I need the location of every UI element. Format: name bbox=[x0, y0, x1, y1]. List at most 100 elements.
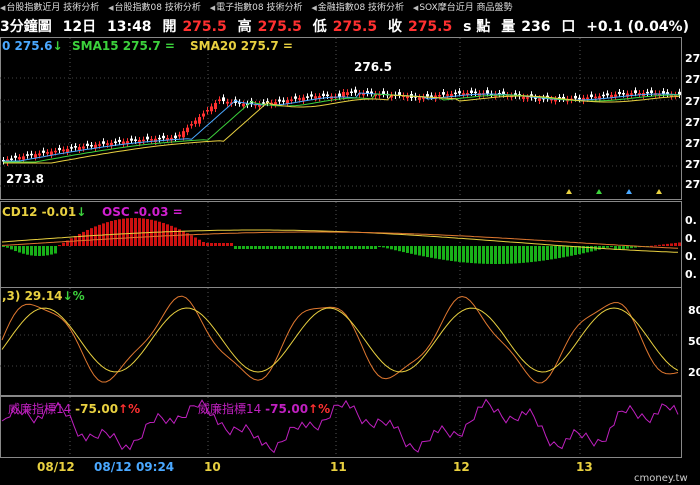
candle-body bbox=[46, 152, 49, 154]
candle-body bbox=[242, 103, 245, 107]
osc-bar bbox=[6, 246, 9, 248]
osc-bar bbox=[214, 243, 217, 246]
candle-body bbox=[18, 157, 21, 160]
osc-bar bbox=[542, 246, 545, 261]
candle-body bbox=[190, 124, 193, 126]
candle-body bbox=[98, 144, 101, 146]
price-axis-tick: 27 bbox=[685, 52, 700, 65]
osc-bar bbox=[338, 246, 341, 249]
osc-bar bbox=[298, 246, 301, 249]
osc-bar bbox=[434, 246, 437, 259]
candle-body bbox=[614, 94, 617, 97]
candle-body bbox=[206, 110, 209, 112]
osc-bar bbox=[234, 246, 237, 249]
osc-bar bbox=[14, 246, 17, 252]
candle-body bbox=[486, 90, 489, 94]
osc-bar bbox=[670, 243, 673, 246]
osc-bar bbox=[138, 218, 141, 246]
osc-bar bbox=[306, 246, 309, 249]
price-axis-tick: 27 bbox=[685, 95, 700, 108]
osc-bar bbox=[590, 246, 593, 252]
macd-axis-tick: 0. bbox=[685, 232, 697, 245]
candle-body bbox=[134, 139, 137, 141]
osc-bar bbox=[414, 246, 417, 255]
osc-bar bbox=[662, 244, 665, 246]
osc-bar bbox=[386, 246, 389, 249]
candle-body bbox=[82, 146, 85, 149]
candle-body bbox=[202, 113, 205, 117]
osc-bar bbox=[474, 246, 477, 264]
osc-bar bbox=[490, 246, 493, 264]
osc-bar bbox=[450, 246, 453, 261]
kd-axis-50: 50 bbox=[688, 335, 700, 348]
osc-bar bbox=[666, 243, 669, 246]
osc-bar bbox=[142, 218, 145, 246]
candle-body bbox=[430, 95, 433, 97]
candle-body bbox=[118, 139, 121, 142]
candle-body bbox=[22, 156, 25, 160]
osc-bar bbox=[250, 246, 253, 249]
osc-bar bbox=[410, 246, 413, 254]
osc-bar bbox=[322, 246, 325, 249]
williams-legend-1: 威廉指標14 -75.00↑% bbox=[8, 402, 141, 416]
osc-bar bbox=[358, 246, 361, 249]
crosshair-time: 08/12 09:24 bbox=[94, 460, 175, 474]
osc-bar bbox=[158, 221, 161, 246]
candle-body bbox=[306, 96, 309, 98]
osc-bar bbox=[374, 246, 377, 249]
candle-body bbox=[538, 98, 541, 101]
osc-bar bbox=[314, 246, 317, 249]
low-mark: 273.8 bbox=[6, 172, 44, 186]
osc-bar bbox=[70, 238, 73, 246]
osc-bar bbox=[198, 239, 201, 246]
osc-bar bbox=[46, 246, 49, 256]
osc-bar bbox=[38, 246, 41, 256]
osc-bar bbox=[502, 246, 505, 264]
ma-line-green bbox=[3, 93, 680, 163]
candle-body bbox=[346, 92, 349, 95]
x-axis-date: 08/12 bbox=[37, 460, 75, 474]
price-axis-tick: 27 bbox=[685, 178, 700, 191]
kd-axis-20: 20 bbox=[688, 366, 700, 379]
osc-bar bbox=[366, 246, 369, 249]
candle-body bbox=[34, 154, 37, 158]
candle-body bbox=[294, 96, 297, 99]
candle-body bbox=[350, 91, 353, 94]
osc-bar bbox=[26, 246, 29, 255]
osc-bar bbox=[274, 246, 277, 249]
osc-bar bbox=[570, 246, 573, 256]
x-axis-tick-13: 13 bbox=[576, 460, 593, 474]
candle-body bbox=[78, 147, 81, 150]
candle-body bbox=[38, 153, 41, 156]
osc-bar bbox=[574, 246, 577, 255]
candle-body bbox=[174, 135, 177, 139]
osc-bar bbox=[282, 246, 285, 249]
osc-bar bbox=[190, 235, 193, 246]
candle-body bbox=[30, 153, 33, 156]
osc-bar bbox=[454, 246, 457, 262]
osc-bar bbox=[194, 237, 197, 246]
osc-bar bbox=[538, 246, 541, 262]
osc-bar bbox=[50, 246, 53, 255]
osc-bar bbox=[378, 246, 381, 247]
osc-bar bbox=[566, 246, 569, 257]
candle-body bbox=[222, 97, 225, 102]
x-axis-tick-10: 10 bbox=[204, 460, 221, 474]
candle-body bbox=[602, 94, 605, 97]
osc-bar bbox=[106, 222, 109, 246]
osc-bar bbox=[302, 246, 305, 249]
candle-body bbox=[622, 93, 625, 95]
osc-bar bbox=[334, 246, 337, 249]
osc-bar bbox=[222, 243, 225, 246]
osc-bar bbox=[354, 246, 357, 249]
macd-axis-tick: 0. bbox=[685, 268, 697, 281]
candle-body bbox=[438, 95, 441, 97]
candle-body bbox=[62, 149, 65, 152]
kd-axis-80: 80 bbox=[688, 304, 700, 317]
williams-legend-2: 威廉指標14 -75.00↑% bbox=[198, 402, 331, 416]
watermark: cmoney.tw bbox=[634, 473, 688, 484]
osc-bar bbox=[674, 242, 677, 246]
osc-bar bbox=[562, 246, 565, 258]
osc-bar bbox=[406, 246, 409, 253]
osc-bar bbox=[554, 246, 557, 259]
